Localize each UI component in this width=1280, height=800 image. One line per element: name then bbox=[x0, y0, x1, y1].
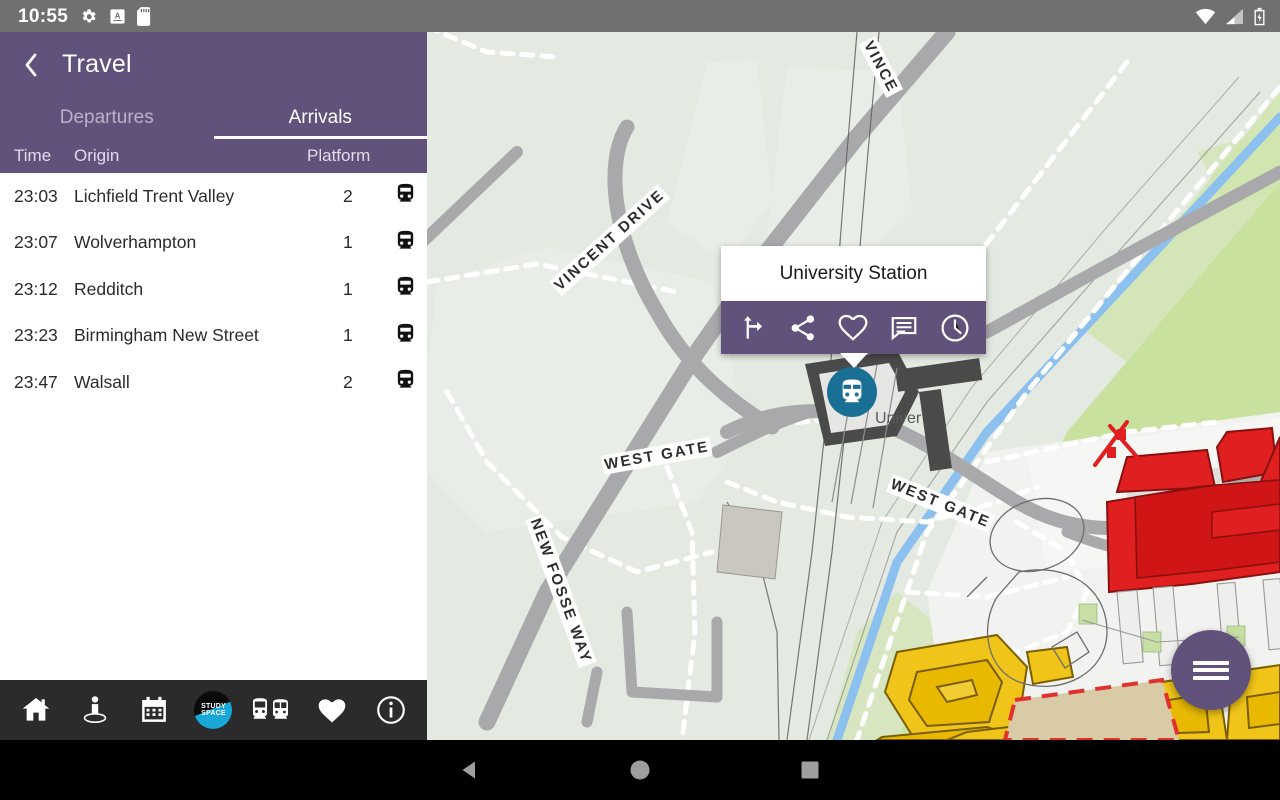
android-navigation-bar bbox=[0, 740, 1280, 800]
a-box-icon: A bbox=[109, 8, 126, 25]
wifi-icon bbox=[1195, 8, 1216, 25]
back-arrow-icon[interactable] bbox=[14, 48, 48, 82]
study-space-logo-circle: STUDY SPACE bbox=[194, 691, 233, 729]
train-marker-icon bbox=[842, 379, 862, 403]
row-platform: 1 bbox=[343, 232, 353, 253]
bus-train-icon[interactable] bbox=[250, 687, 296, 733]
clock-icon[interactable] bbox=[934, 307, 976, 349]
info-icon[interactable] bbox=[368, 687, 414, 733]
row-time: 23:07 bbox=[14, 232, 58, 253]
cell-signal-icon bbox=[1225, 8, 1244, 25]
comment-icon[interactable] bbox=[883, 307, 925, 349]
row-platform: 1 bbox=[343, 278, 353, 299]
share-icon[interactable] bbox=[782, 307, 824, 349]
arrivals-list: 23:03 Lichfield Trent Valley 2 23:07 Wol… bbox=[0, 173, 427, 406]
train-icon bbox=[394, 181, 417, 212]
table-row[interactable]: 23:07 Wolverhampton 1 bbox=[0, 220, 427, 267]
map-view[interactable]: VINCE VINCENT DRIVE WEST GATE WEST GATE … bbox=[427, 32, 1280, 740]
train-icon bbox=[394, 367, 417, 398]
status-bar-left: 10:55 A bbox=[0, 7, 152, 26]
study-space-logo[interactable]: STUDY SPACE bbox=[190, 687, 236, 733]
heart-outline-icon[interactable] bbox=[832, 307, 874, 349]
row-origin: Birmingham New Street bbox=[74, 325, 259, 346]
popup-action-bar bbox=[721, 301, 986, 354]
battery-charging-icon bbox=[1253, 7, 1266, 26]
device-screen: 10:55 A VINCE VINCENT DRIVE WEST GATE WE… bbox=[0, 0, 1280, 800]
tab-bar: Departures Arrivals bbox=[0, 97, 427, 139]
train-icon bbox=[394, 227, 417, 258]
status-bar-right bbox=[1195, 7, 1280, 26]
travel-panel: Travel Departures Arrivals Time Origin P… bbox=[0, 32, 427, 680]
station-marker[interactable] bbox=[827, 367, 877, 417]
column-header-origin: Origin bbox=[74, 146, 120, 165]
row-origin: Redditch bbox=[74, 278, 144, 299]
directions-icon[interactable] bbox=[731, 307, 773, 349]
table-row[interactable]: 23:03 Lichfield Trent Valley 2 bbox=[0, 173, 427, 220]
row-time: 23:12 bbox=[14, 278, 58, 299]
train-icon bbox=[394, 274, 417, 305]
popup-pointer bbox=[839, 353, 868, 368]
column-header-platform: Platform bbox=[307, 146, 371, 165]
table-row[interactable]: 23:12 Redditch 1 bbox=[0, 266, 427, 313]
row-origin: Lichfield Trent Valley bbox=[74, 185, 235, 206]
fab-bar-2 bbox=[1193, 668, 1229, 672]
page-title: Travel bbox=[62, 50, 132, 78]
tab-departures[interactable]: Departures bbox=[0, 97, 214, 139]
row-platform: 2 bbox=[343, 185, 353, 206]
train-icon bbox=[394, 320, 417, 351]
sd-card-icon bbox=[137, 6, 152, 26]
logo-text-line-1: STUDY bbox=[201, 702, 226, 710]
row-origin: Wolverhampton bbox=[74, 232, 197, 253]
logo-text: STUDY SPACE bbox=[201, 703, 226, 718]
back-button[interactable] bbox=[425, 740, 515, 800]
status-bar: 10:55 A bbox=[0, 0, 1280, 32]
bottom-navigation-bar: STUDY SPACE bbox=[0, 680, 427, 740]
table-row[interactable]: 23:47 Walsall 2 bbox=[0, 359, 427, 406]
gear-icon bbox=[79, 7, 98, 26]
recents-button[interactable] bbox=[765, 740, 855, 800]
row-platform: 1 bbox=[343, 325, 353, 346]
map-poi-label: Univer bbox=[875, 410, 922, 427]
fab-bar-3 bbox=[1193, 675, 1229, 680]
svg-text:A: A bbox=[115, 11, 121, 20]
person-pin-icon[interactable] bbox=[72, 687, 118, 733]
logo-text-line-2: SPACE bbox=[201, 710, 226, 717]
home-button[interactable] bbox=[595, 740, 685, 800]
row-time: 23:23 bbox=[14, 325, 58, 346]
row-origin: Walsall bbox=[74, 371, 130, 392]
heart-icon[interactable] bbox=[309, 687, 355, 733]
status-bar-clock: 10:55 bbox=[18, 5, 69, 27]
fab-bar-1 bbox=[1193, 660, 1229, 665]
home-icon[interactable] bbox=[13, 687, 59, 733]
column-header: Time Origin Platform bbox=[0, 139, 427, 173]
calendar-icon[interactable] bbox=[131, 687, 177, 733]
column-header-time: Time bbox=[14, 146, 52, 165]
app-bar: Travel bbox=[0, 32, 427, 97]
row-time: 23:47 bbox=[14, 371, 58, 392]
menu-fab[interactable] bbox=[1171, 630, 1251, 710]
row-platform: 2 bbox=[343, 371, 353, 392]
row-time: 23:03 bbox=[14, 185, 58, 206]
tab-arrivals[interactable]: Arrivals bbox=[213, 97, 428, 139]
map-popup: University Station bbox=[721, 246, 986, 368]
table-row[interactable]: 23:23 Birmingham New Street 1 bbox=[0, 313, 427, 360]
popup-title: University Station bbox=[721, 246, 986, 301]
